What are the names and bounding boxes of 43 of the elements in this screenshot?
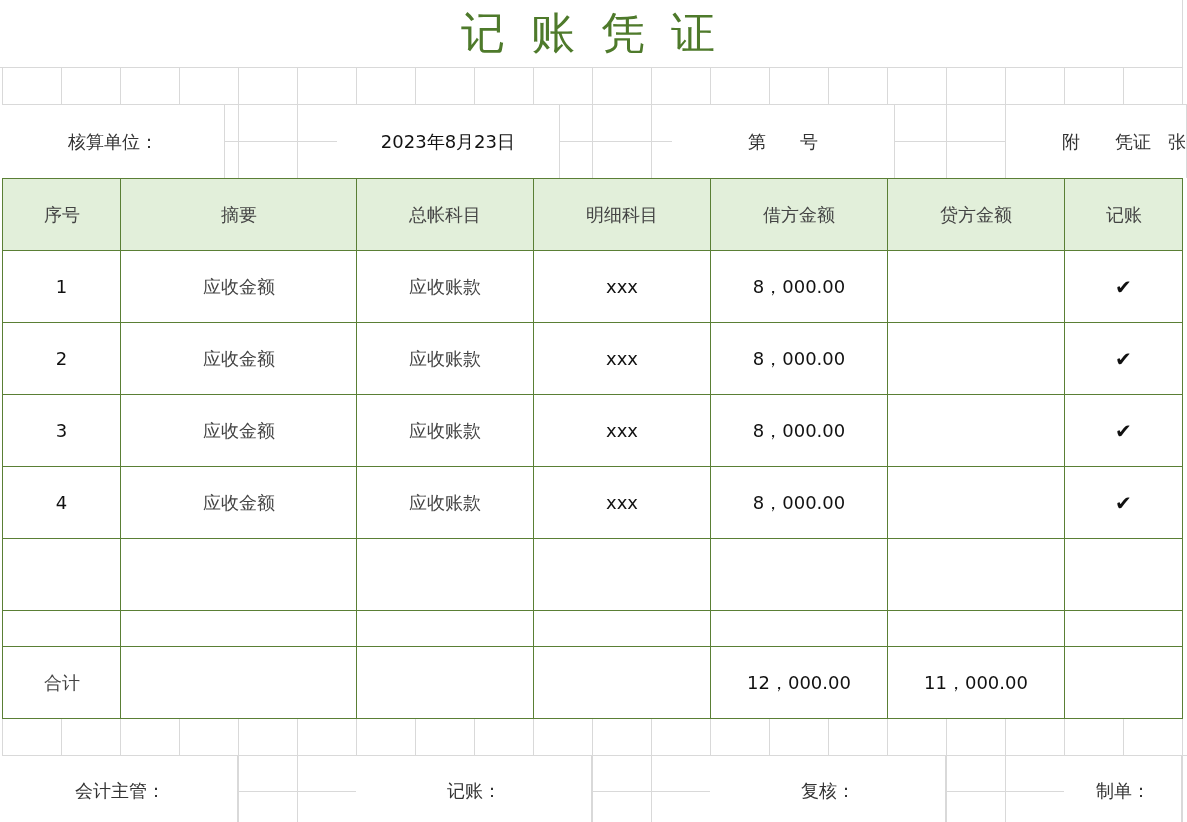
summary-cell: 应收金额 [121, 323, 357, 395]
posted-mark: ✔ [1065, 251, 1183, 323]
debit-cell: 8，000.00 [711, 395, 888, 467]
column-header: 借方金额 [711, 179, 888, 251]
debit-cell: 8，000.00 [711, 467, 888, 539]
posted-mark: ✔ [1065, 395, 1183, 467]
sequence-cell: 3 [3, 395, 121, 467]
total-credit-cell: 11，000.00 [888, 647, 1065, 719]
total-debit-cell: 12，000.00 [711, 647, 888, 719]
debit-cell: 8，000.00 [711, 323, 888, 395]
column-header: 摘要 [121, 179, 357, 251]
column-header: 记账 [1065, 179, 1183, 251]
detail-cell: xxx [534, 467, 711, 539]
preparer-label: 制单： [1095, 779, 1150, 803]
supervisor-label: 会计主管： [74, 779, 165, 803]
detail-cell: xxx [534, 251, 711, 323]
column-header: 明细科目 [534, 179, 711, 251]
summary-cell: 应收金额 [121, 467, 357, 539]
date-text: 2023年8月23日 [380, 129, 516, 154]
sequence-cell: 1 [3, 251, 121, 323]
detail-cell: xxx [534, 395, 711, 467]
summary-cell: 应收金额 [121, 251, 357, 323]
detail-cell: xxx [534, 323, 711, 395]
reviewer-label: 复核： [800, 779, 855, 803]
account-cell: 应收账款 [357, 395, 534, 467]
column-header: 贷方金额 [888, 179, 1065, 251]
column-header: 总帐科目 [357, 179, 534, 251]
total-label: 合计 [3, 647, 121, 719]
debit-cell: 8，000.00 [711, 251, 888, 323]
bookkeeper-label: 记账： [446, 779, 501, 803]
attachment-label: 附 凭证 张 [1062, 129, 1186, 154]
posted-mark: ✔ [1065, 467, 1183, 539]
account-cell: 应收账款 [357, 323, 534, 395]
summary-cell: 应收金额 [121, 395, 357, 467]
account-cell: 应收账款 [357, 251, 534, 323]
account-cell: 应收账款 [357, 467, 534, 539]
unit-label: 核算单位： [68, 129, 159, 154]
sequence-cell: 2 [3, 323, 121, 395]
voucher-title: 记 账 凭 证 [461, 6, 721, 60]
sequence-cell: 4 [3, 467, 121, 539]
posted-mark: ✔ [1065, 323, 1183, 395]
column-header: 序号 [3, 179, 121, 251]
voucher-number-label: 第 号 [747, 129, 818, 154]
